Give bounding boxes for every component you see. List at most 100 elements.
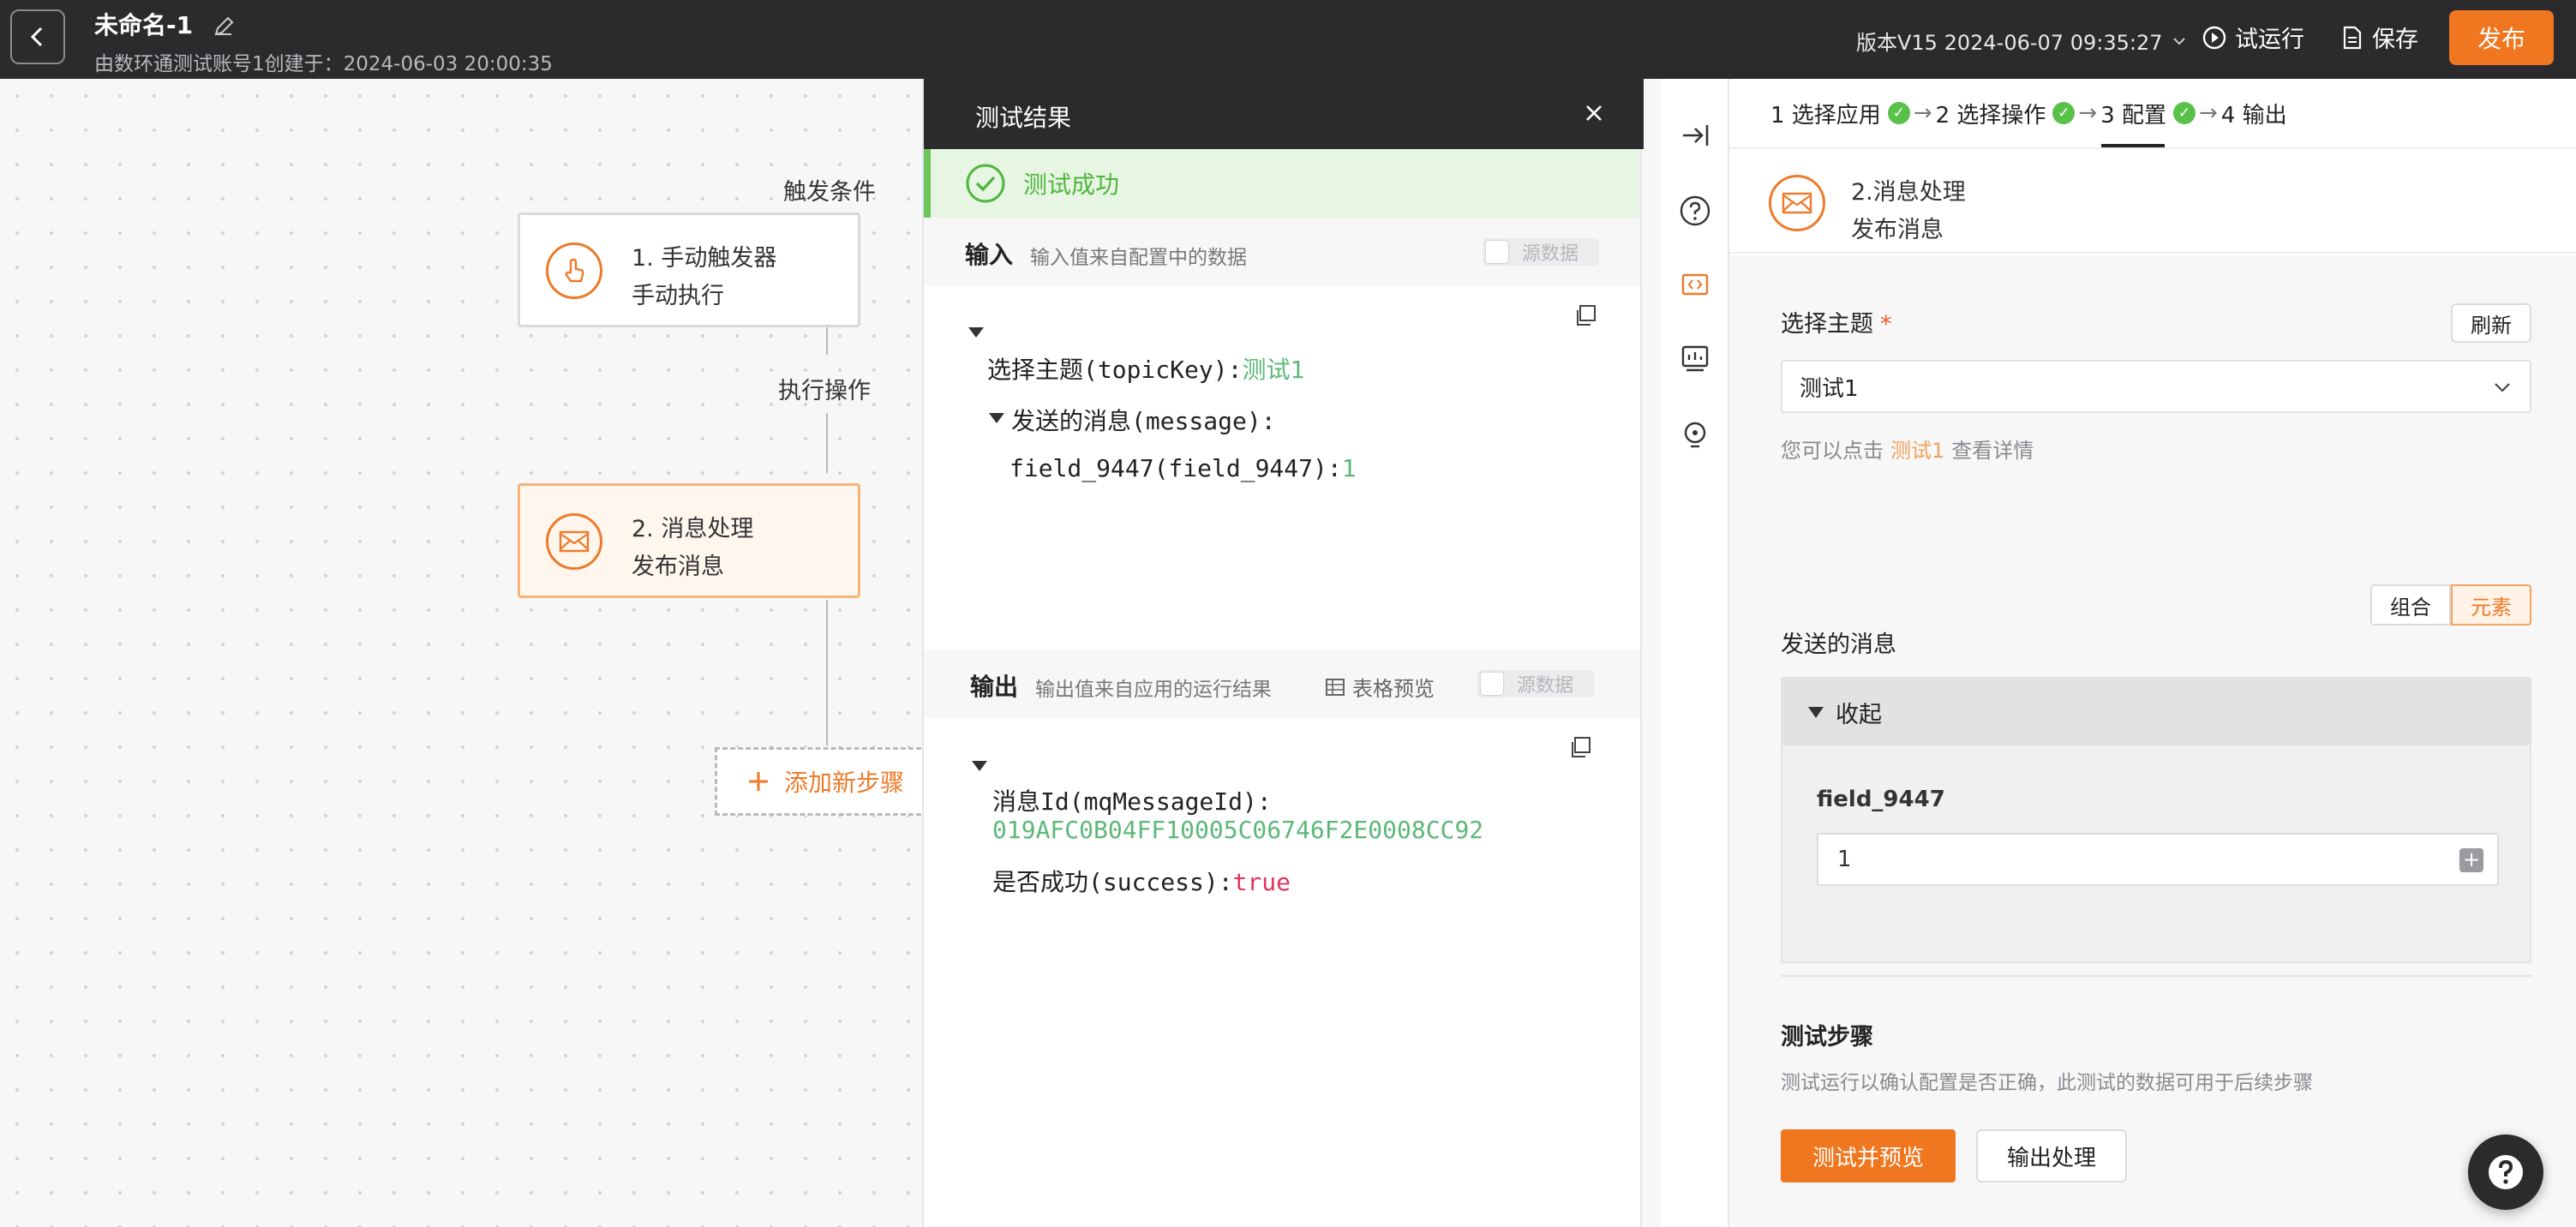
trial-run-button[interactable]: 试运行 bbox=[2202, 21, 2304, 54]
collapse-panel-icon[interactable] bbox=[1678, 118, 1712, 153]
action-node-subtitle: 发布消息 bbox=[632, 554, 724, 580]
output-raw-toggle[interactable]: 源数据 bbox=[1477, 670, 1594, 697]
plus-icon bbox=[749, 772, 768, 791]
trial-run-label: 试运行 bbox=[2235, 27, 2304, 53]
test-step-title: 测试步骤 bbox=[1781, 1024, 1873, 1050]
action-label: 执行操作 bbox=[778, 378, 871, 404]
collapse-toggle-icon[interactable] bbox=[989, 413, 1004, 423]
step-select-app[interactable]: 1 选择应用 ✓ bbox=[1770, 98, 1910, 129]
segment-combine[interactable]: 组合 bbox=[2370, 584, 2451, 625]
divider bbox=[1781, 975, 2531, 977]
connector-line bbox=[826, 600, 828, 745]
field-value-input[interactable]: 1 + bbox=[1817, 833, 2499, 886]
side-icon-rail bbox=[1661, 79, 1729, 1227]
log-icon[interactable] bbox=[1678, 341, 1712, 375]
plus-icon[interactable]: + bbox=[2459, 848, 2483, 872]
input-raw-toggle[interactable]: 源数据 bbox=[1483, 238, 1599, 266]
connector-line bbox=[826, 327, 828, 355]
input-section-bar: 输入 输入值来自配置中的数据 源数据 bbox=[924, 218, 1640, 286]
input-field-row: field_9447(field_9447):1 bbox=[1009, 454, 1357, 482]
table-preview-button[interactable]: 表格预览 bbox=[1325, 672, 1435, 702]
app-title: 未命名-1 bbox=[94, 11, 194, 39]
trigger-node-title: 1. 手动触发器 bbox=[632, 245, 777, 272]
check-icon: ✓ bbox=[2052, 102, 2076, 124]
select-topic-label-text: 选择主题 bbox=[1781, 311, 1873, 338]
success-text: 测试成功 bbox=[1023, 171, 1120, 199]
select-topic-label: 选择主题 * bbox=[1781, 305, 1892, 338]
app-subtitle: 由数环通测试账号1创建于：2024-06-03 20:00:35 bbox=[94, 53, 553, 75]
success-banner: 测试成功 bbox=[924, 149, 1640, 218]
action-node-title: 2. 消息处理 bbox=[632, 516, 754, 542]
back-button[interactable] bbox=[10, 9, 65, 64]
help-fab-button[interactable] bbox=[2468, 1134, 2543, 1210]
help-circle-icon[interactable] bbox=[1678, 194, 1712, 228]
input-topic-value: 测试1 bbox=[1242, 356, 1305, 384]
output-section-bar: 输出 输出值来自应用的运行结果 表格预览 源数据 bbox=[924, 649, 1640, 718]
input-field-value: 1 bbox=[1341, 454, 1357, 482]
copy-icon[interactable] bbox=[1568, 735, 1592, 759]
hand-pointer-icon bbox=[546, 242, 602, 299]
output-process-button[interactable]: 输出处理 bbox=[1976, 1129, 2127, 1182]
input-desc: 输入值来自配置中的数据 bbox=[1030, 247, 1247, 269]
chevron-left-icon bbox=[30, 27, 43, 47]
flow-canvas[interactable]: 触发条件 1. 手动触发器 手动执行 执行操作 2. 消息处理 发布消息 添加新… bbox=[0, 79, 929, 1227]
step-select-action[interactable]: 2 选择操作 ✓ bbox=[1936, 98, 2076, 129]
test-result-panel: 测试结果 测试成功 输入 输入值来自配置中的数据 源数据 选择主题(topicK… bbox=[922, 79, 1644, 1227]
trigger-label: 触发条件 bbox=[783, 179, 876, 206]
output-success-row: 是否成功(success):true bbox=[992, 864, 1291, 898]
output-msgid-key: 消息Id(mqMessageId): bbox=[992, 787, 1272, 816]
arrow-right-icon: → bbox=[2078, 100, 2098, 126]
chevron-down-icon bbox=[2495, 383, 2510, 392]
hint-suffix: 查看详情 bbox=[1951, 439, 2034, 463]
config-panel: 1 选择应用 ✓ → 2 选择操作 ✓ → 3 配置 ✓ → 4 输出 2.消息处理 … bbox=[1729, 79, 2576, 1227]
trigger-node[interactable]: 1. 手动触发器 手动执行 bbox=[518, 212, 860, 327]
hint-link[interactable]: 测试1 bbox=[1890, 439, 1944, 463]
check-circle-icon bbox=[966, 164, 1005, 203]
collapse-toggle-icon[interactable] bbox=[968, 327, 984, 338]
step-indicator: 1 选择应用 ✓ → 2 选择操作 ✓ → 3 配置 ✓ → 4 输出 bbox=[1729, 79, 2576, 149]
result-panel-header: 测试结果 bbox=[924, 79, 1644, 149]
arrow-right-icon: → bbox=[1913, 100, 1932, 126]
field-value-text: 1 bbox=[1837, 847, 1852, 872]
required-mark: * bbox=[1880, 311, 1892, 338]
action-node[interactable]: 2. 消息处理 发布消息 bbox=[518, 483, 860, 598]
version-selector[interactable]: 版本V15 2024-06-07 09:35:27 bbox=[1856, 26, 2188, 56]
copy-icon[interactable] bbox=[1573, 303, 1597, 327]
result-panel-title: 测试结果 bbox=[975, 104, 1072, 132]
output-title: 输出 bbox=[970, 673, 1019, 701]
step-output[interactable]: 4 输出 bbox=[2221, 98, 2287, 129]
action-summary-subtitle: 发布消息 bbox=[1851, 217, 1944, 243]
document-icon bbox=[2343, 26, 2362, 49]
publish-button[interactable]: 发布 bbox=[2449, 10, 2554, 65]
step-select-app-label: 1 选择应用 bbox=[1770, 102, 1881, 129]
save-label: 保存 bbox=[2372, 27, 2418, 53]
input-field-key: field_9447(field_9447): bbox=[1009, 454, 1342, 482]
output-success-value: true bbox=[1232, 868, 1291, 896]
connector-line bbox=[826, 413, 828, 473]
collapse-toggle-icon[interactable] bbox=[972, 761, 987, 771]
segment-element[interactable]: 元素 bbox=[2451, 584, 2531, 625]
caret-down-icon bbox=[1808, 706, 1824, 718]
field-name-label: field_9447 bbox=[1817, 787, 1945, 812]
output-success-key: 是否成功(success): bbox=[992, 868, 1233, 896]
step-config[interactable]: 3 配置 ✓ bbox=[2100, 98, 2196, 129]
save-button[interactable]: 保存 bbox=[2341, 21, 2418, 54]
code-icon[interactable] bbox=[1678, 267, 1712, 302]
arrow-right-icon: → bbox=[2199, 100, 2218, 126]
edit-icon[interactable] bbox=[211, 14, 237, 39]
test-step-desc: 测试运行以确认配置是否正确，此测试的数据可用于后续步骤 bbox=[1781, 1072, 2313, 1094]
refresh-button[interactable]: 刷新 bbox=[2451, 303, 2531, 343]
test-preview-button[interactable]: 测试并预览 bbox=[1781, 1129, 1956, 1182]
lightbulb-icon[interactable] bbox=[1678, 418, 1712, 452]
action-summary: 2.消息处理 发布消息 bbox=[1729, 151, 2576, 254]
input-topic-row: 选择主题(topicKey):测试1 bbox=[987, 351, 1304, 386]
close-icon[interactable] bbox=[1579, 98, 1609, 129]
message-label: 发送的消息 bbox=[1781, 631, 1896, 658]
message-field-group: 收起 field_9447 1 + bbox=[1781, 677, 2531, 963]
topic-select[interactable]: 测试1 bbox=[1781, 360, 2531, 413]
collapse-header[interactable]: 收起 bbox=[1782, 679, 2530, 745]
add-step-button[interactable]: 添加新步骤 bbox=[715, 747, 929, 816]
input-raw-toggle-label: 源数据 bbox=[1522, 243, 1579, 265]
table-icon bbox=[1326, 678, 1345, 696]
chevron-down-icon bbox=[2173, 37, 2186, 45]
